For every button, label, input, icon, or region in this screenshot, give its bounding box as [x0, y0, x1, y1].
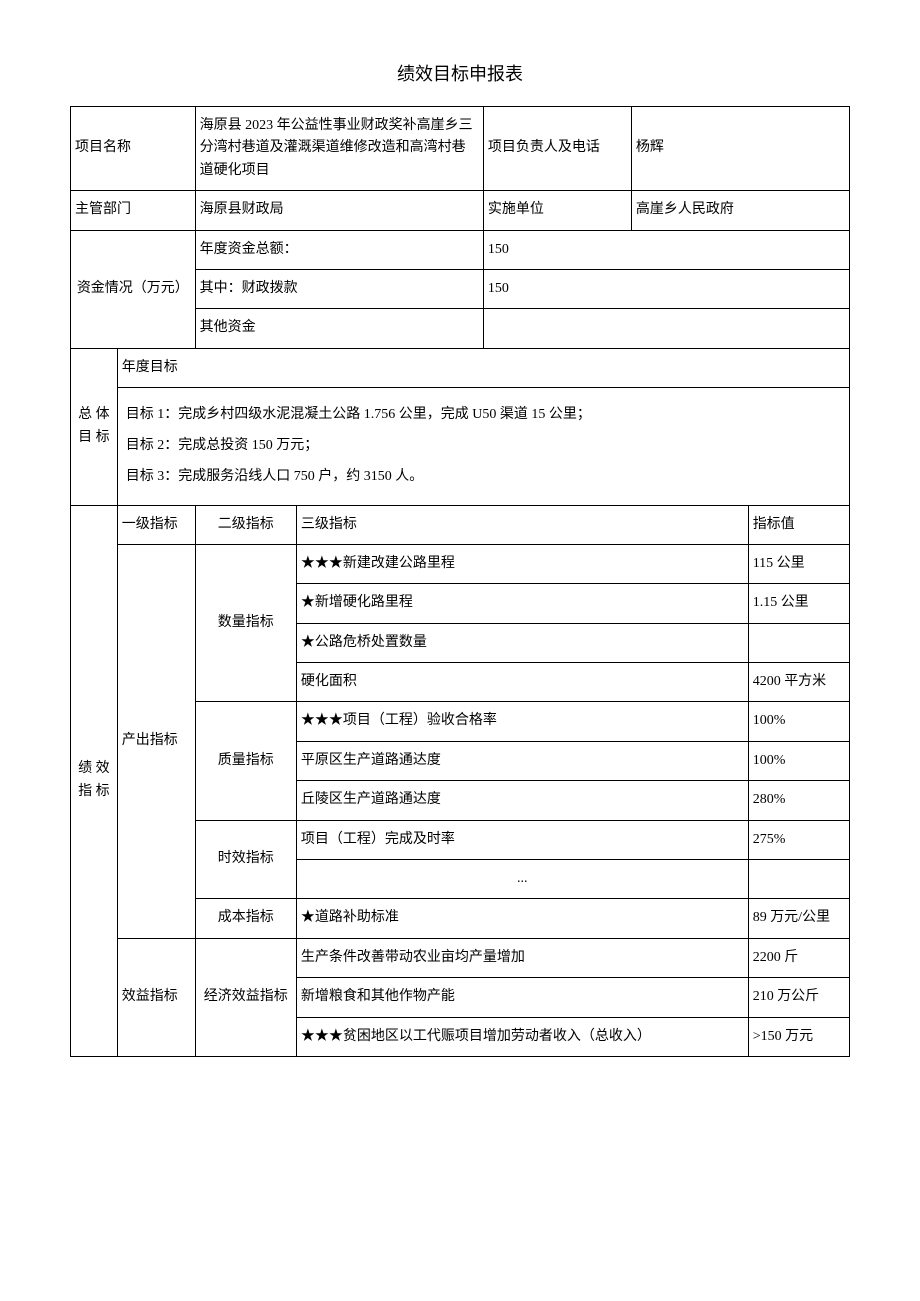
indicator-name: ★道路补助标准: [296, 899, 748, 938]
indicator-name: 平原区生产道路通达度: [296, 741, 748, 780]
page-title: 绩效目标申报表: [70, 60, 850, 86]
table-row: 总 体目 标 年度目标: [71, 348, 850, 387]
indicator-value: 4200 平方米: [748, 663, 849, 702]
indicator-value: 115 公里: [748, 544, 849, 583]
funds-fiscal-label: 其中：财政拨款: [195, 269, 483, 308]
overall-section-label: 总 体目 标: [71, 348, 118, 505]
declaration-table: 项目名称 海原县 2023 年公益性事业财政奖补高崖乡三分湾村巷道及灌溉渠道维修…: [70, 106, 850, 1057]
project-owner-label: 项目负责人及电话: [483, 107, 631, 191]
table-row: 资金情况（万元） 年度资金总额： 150: [71, 230, 850, 269]
quantity-label: 数量指标: [195, 544, 296, 702]
col-level3: 三级指标: [296, 505, 748, 544]
indicator-name: ★公路危桥处置数量: [296, 623, 748, 662]
indicator-value: >150 万元: [748, 1017, 849, 1056]
funds-section-label: 资金情况（万元）: [71, 230, 196, 348]
table-row: 产出指标 数量指标 ★★★新建改建公路里程 115 公里: [71, 544, 850, 583]
indicator-value: 100%: [748, 702, 849, 741]
col-value: 指标值: [748, 505, 849, 544]
indicator-value: 210 万公斤: [748, 978, 849, 1017]
project-owner-value: 杨辉: [631, 107, 849, 191]
indicator-value: [748, 623, 849, 662]
project-name-value: 海原县 2023 年公益性事业财政奖补高崖乡三分湾村巷道及灌溉渠道维修改造和高湾…: [195, 107, 483, 191]
table-row: 项目名称 海原县 2023 年公益性事业财政奖补高崖乡三分湾村巷道及灌溉渠道维修…: [71, 107, 850, 191]
output-label: 产出指标: [117, 544, 195, 938]
indicator-name: ★★★贫困地区以工代赈项目增加劳动者收入（总收入）: [296, 1017, 748, 1056]
funds-total-value: 150: [483, 230, 849, 269]
goal-2: 目标 2：完成总投资 150 万元；: [126, 431, 841, 462]
department-label: 主管部门: [71, 191, 196, 230]
indicator-name: ★★★新建改建公路里程: [296, 544, 748, 583]
indicator-name: 硬化面积: [296, 663, 748, 702]
project-name-label: 项目名称: [71, 107, 196, 191]
col-level2: 二级指标: [195, 505, 296, 544]
funds-total-label: 年度资金总额：: [195, 230, 483, 269]
goal-3: 目标 3：完成服务沿线人口 750 户，约 3150 人。: [126, 462, 841, 493]
overall-goals: 目标 1：完成乡村四级水泥混凝土公路 1.756 公里，完成 U50 渠道 15…: [117, 388, 849, 505]
department-value: 海原县财政局: [195, 191, 483, 230]
goal-1: 目标 1：完成乡村四级水泥混凝土公路 1.756 公里，完成 U50 渠道 15…: [126, 400, 841, 431]
indicator-value: 1.15 公里: [748, 584, 849, 623]
table-row: 主管部门 海原县财政局 实施单位 高崖乡人民政府: [71, 191, 850, 230]
indicator-name: 生产条件改善带动农业亩均产量增加: [296, 938, 748, 977]
annual-goal-label: 年度目标: [117, 348, 849, 387]
benefit-label: 效益指标: [117, 938, 195, 1056]
indicator-value: 275%: [748, 820, 849, 859]
indicator-name: ★新增硬化路里程: [296, 584, 748, 623]
table-row: 绩 效指 标 一级指标 二级指标 三级指标 指标值: [71, 505, 850, 544]
indicator-value: 280%: [748, 781, 849, 820]
implement-unit-label: 实施单位: [483, 191, 631, 230]
indicator-name: 项目（工程）完成及时率: [296, 820, 748, 859]
indicator-name: 丘陵区生产道路通达度: [296, 781, 748, 820]
indicators-section-label: 绩 效指 标: [71, 505, 118, 1056]
indicator-name: ★★★项目（工程）验收合格率: [296, 702, 748, 741]
indicator-value: 2200 斤: [748, 938, 849, 977]
indicator-value: 89 万元/公里: [748, 899, 849, 938]
funds-other-value: [483, 309, 849, 348]
indicator-name: ...: [296, 860, 748, 899]
economic-label: 经济效益指标: [195, 938, 296, 1056]
col-level1: 一级指标: [117, 505, 195, 544]
funds-fiscal-value: 150: [483, 269, 849, 308]
funds-other-label: 其他资金: [195, 309, 483, 348]
cost-label: 成本指标: [195, 899, 296, 938]
indicator-value: [748, 860, 849, 899]
implement-unit-value: 高崖乡人民政府: [631, 191, 849, 230]
quality-label: 质量指标: [195, 702, 296, 820]
indicator-name: 新增粮食和其他作物产能: [296, 978, 748, 1017]
time-label: 时效指标: [195, 820, 296, 899]
table-row: 效益指标 经济效益指标 生产条件改善带动农业亩均产量增加 2200 斤: [71, 938, 850, 977]
indicator-value: 100%: [748, 741, 849, 780]
table-row: 目标 1：完成乡村四级水泥混凝土公路 1.756 公里，完成 U50 渠道 15…: [71, 388, 850, 505]
